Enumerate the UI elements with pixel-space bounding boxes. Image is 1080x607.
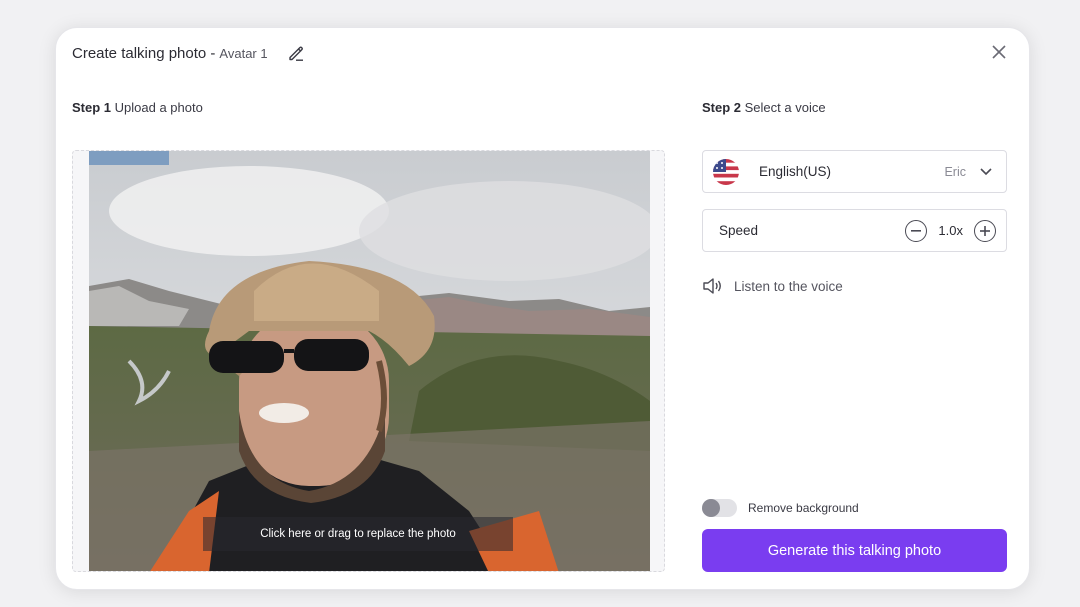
dialog-header: Create talking photo - Avatar 1 — [72, 42, 306, 64]
chevron-down-icon[interactable] — [980, 166, 992, 178]
plus-circle-icon[interactable] — [974, 219, 996, 242]
remove-background-row: Remove background — [702, 498, 859, 518]
pencil-icon[interactable] — [286, 43, 306, 63]
replace-photo-hint[interactable]: Click here or drag to replace the photo — [203, 517, 513, 551]
step2-heading: Step 2 Select a voice — [702, 100, 826, 115]
language-value: English(US) — [759, 164, 832, 179]
speed-control: Speed 1.0x — [702, 209, 1007, 252]
uploaded-photo — [89, 151, 650, 571]
remove-background-label: Remove background — [748, 501, 859, 515]
listen-voice-button[interactable]: Listen to the voice — [702, 276, 843, 296]
step2-label: Select a voice — [744, 100, 826, 115]
generate-talking-photo-button[interactable]: Generate this talking photo — [702, 529, 1007, 572]
step1-number: Step 1 — [72, 100, 112, 115]
speed-value: 1.0x — [938, 223, 963, 238]
step1-label: Upload a photo — [114, 100, 203, 115]
speaker-icon — [702, 277, 724, 295]
toggle-knob — [702, 499, 720, 517]
create-talking-photo-dialog: Create talking photo - Avatar 1 Step 1 U… — [55, 27, 1030, 590]
voice-name-value: Eric — [944, 164, 966, 179]
photo-upload-area[interactable]: Click here or drag to replace the photo — [72, 150, 665, 572]
step1-heading: Step 1 Upload a photo — [72, 100, 203, 115]
remove-background-toggle[interactable] — [702, 499, 737, 517]
voice-select[interactable]: English(US) Eric — [702, 150, 1007, 193]
minus-circle-icon[interactable] — [905, 219, 928, 242]
us-flag-icon — [713, 158, 739, 185]
listen-voice-label: Listen to the voice — [734, 278, 843, 294]
dialog-title: Create talking photo - — [72, 44, 216, 62]
step2-number: Step 2 — [702, 100, 742, 115]
speed-stepper: 1.0x — [905, 219, 996, 242]
speed-label: Speed — [719, 223, 759, 238]
avatar-name: Avatar 1 — [219, 45, 268, 61]
close-icon[interactable] — [989, 42, 1009, 62]
